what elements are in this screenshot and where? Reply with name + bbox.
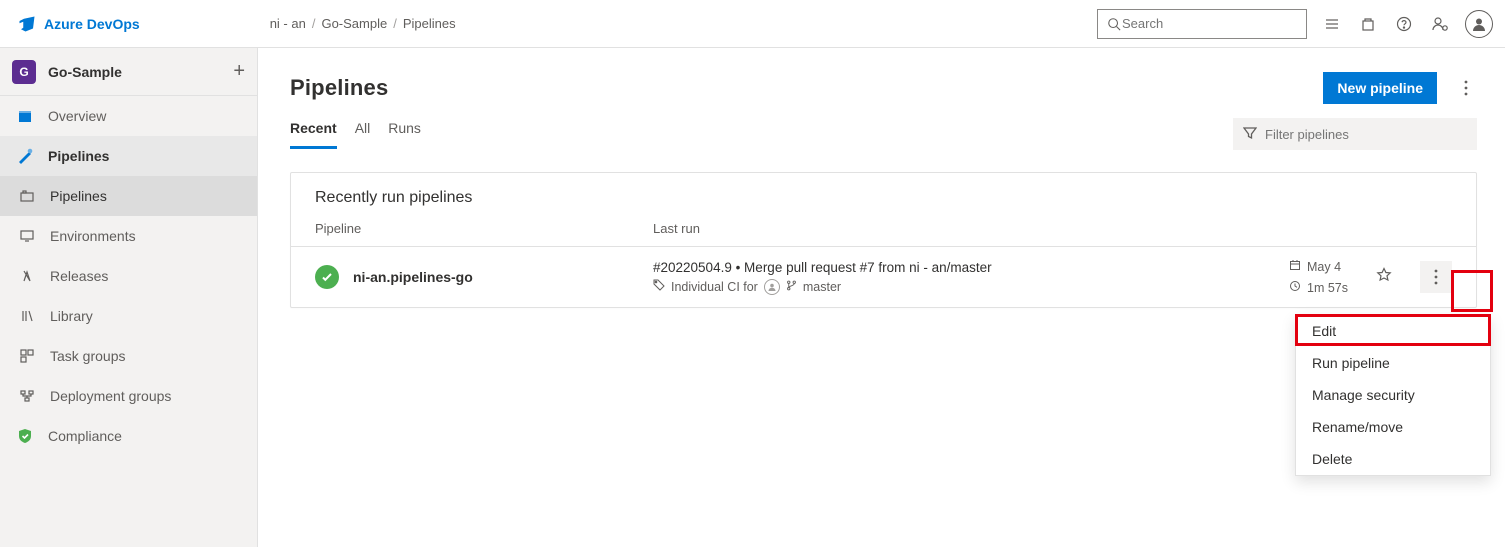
tab-runs[interactable]: Runs — [388, 120, 421, 149]
sidebar-item-pipelines[interactable]: Pipelines — [0, 176, 257, 216]
clock-icon — [1289, 280, 1301, 295]
sidebar-item-library[interactable]: Library — [0, 296, 257, 336]
card-title: Recently run pipelines — [291, 173, 1476, 217]
branch-name: master — [803, 280, 841, 294]
breadcrumb-org[interactable]: ni - an — [270, 16, 306, 31]
add-icon[interactable]: + — [233, 60, 245, 83]
azure-devops-logo-icon — [18, 15, 36, 33]
sidebar-label: Environments — [50, 228, 136, 244]
run-meta-col: May 4 1m 57s — [1289, 259, 1348, 295]
breadcrumb-sep: / — [393, 16, 397, 31]
run-duration-line: 1m 57s — [1289, 280, 1348, 295]
tab-recent[interactable]: Recent — [290, 120, 337, 149]
sidebar-label: Pipelines — [50, 188, 107, 204]
filter-icon — [1243, 126, 1257, 143]
calendar-icon — [1289, 259, 1301, 274]
row-more-button[interactable] — [1420, 261, 1452, 293]
page-title: Pipelines — [290, 75, 388, 101]
sidebar-label: Overview — [48, 108, 106, 124]
sidebar: G Go-Sample + Overview Pipelines Pipelin… — [0, 48, 258, 547]
sidebar-item-task-groups[interactable]: Task groups — [0, 336, 257, 376]
menu-manage-security[interactable]: Manage security — [1296, 379, 1490, 411]
avatar[interactable] — [1465, 10, 1493, 38]
tab-all[interactable]: All — [355, 120, 371, 149]
layout: G Go-Sample + Overview Pipelines Pipelin… — [0, 48, 1505, 547]
menu-rename-move[interactable]: Rename/move — [1296, 411, 1490, 443]
pipelines-icon — [16, 147, 34, 165]
sidebar-item-deployment-groups[interactable]: Deployment groups — [0, 376, 257, 416]
trigger-text: Individual CI for — [671, 280, 758, 294]
page-head: Pipelines New pipeline — [290, 72, 1477, 104]
pipelines-card: Recently run pipelines Pipeline Last run… — [290, 172, 1477, 308]
help-icon[interactable] — [1393, 13, 1415, 35]
col-pipeline: Pipeline — [315, 221, 653, 236]
project-header[interactable]: G Go-Sample + — [0, 48, 257, 96]
author-avatar — [764, 279, 780, 295]
run-date: May 4 — [1307, 260, 1341, 274]
run-trigger: Individual CI for master — [653, 279, 1289, 295]
compliance-icon — [16, 427, 34, 445]
sidebar-label: Deployment groups — [50, 388, 171, 404]
pipeline-row[interactable]: ni-an.pipelines-go #20220504.9 • Merge p… — [291, 247, 1476, 307]
run-duration: 1m 57s — [1307, 281, 1348, 295]
table-head: Pipeline Last run — [291, 217, 1476, 247]
sidebar-item-overview[interactable]: Overview — [0, 96, 257, 136]
brand-name: Azure DevOps — [44, 16, 140, 32]
status-success-icon — [315, 265, 339, 289]
top-right — [1097, 9, 1493, 39]
sidebar-label: Task groups — [50, 348, 125, 364]
sidebar-item-environments[interactable]: Environments — [0, 216, 257, 256]
col-last-run: Last run — [653, 221, 1452, 236]
menu-run-pipeline[interactable]: Run pipeline — [1296, 347, 1490, 379]
sidebar-label: Releases — [50, 268, 108, 284]
environments-icon — [18, 227, 36, 245]
last-run-cell: #20220504.9 • Merge pull request #7 from… — [653, 260, 1289, 295]
library-icon — [18, 307, 36, 325]
releases-icon — [18, 267, 36, 285]
sidebar-label: Pipelines — [48, 148, 109, 164]
page-head-right: New pipeline — [1323, 72, 1477, 104]
context-menu: Edit Run pipeline Manage security Rename… — [1295, 314, 1491, 476]
topbar: Azure DevOps ni - an / Go-Sample / Pipel… — [0, 0, 1505, 48]
user-settings-icon[interactable] — [1429, 13, 1451, 35]
breadcrumb: ni - an / Go-Sample / Pipelines — [270, 16, 456, 31]
sidebar-item-pipelines-head[interactable]: Pipelines — [0, 136, 257, 176]
tabs-row: Recent All Runs — [290, 118, 1477, 150]
run-date-line: May 4 — [1289, 259, 1348, 274]
main: Pipelines New pipeline Recent All Runs — [258, 48, 1505, 547]
pipeline-cell: ni-an.pipelines-go — [353, 269, 653, 285]
search-icon — [1106, 13, 1122, 35]
tabs: Recent All Runs — [290, 120, 421, 149]
task-groups-icon — [18, 347, 36, 365]
brand[interactable]: Azure DevOps — [8, 15, 150, 33]
favorite-star-icon[interactable] — [1376, 267, 1392, 288]
sidebar-label: Library — [50, 308, 93, 324]
page-more-button[interactable] — [1455, 73, 1477, 103]
pipeline-name: ni-an.pipelines-go — [353, 269, 653, 285]
search-box[interactable] — [1097, 9, 1307, 39]
tag-icon — [653, 279, 665, 294]
deployment-groups-icon — [18, 387, 36, 405]
run-summary: #20220504.9 • Merge pull request #7 from… — [653, 260, 1289, 275]
sidebar-item-compliance[interactable]: Compliance — [0, 416, 257, 456]
project-name: Go-Sample — [48, 64, 221, 80]
project-badge: G — [12, 60, 36, 84]
overview-icon — [16, 107, 34, 125]
new-pipeline-button[interactable]: New pipeline — [1323, 72, 1437, 104]
marketplace-icon[interactable] — [1357, 13, 1379, 35]
sidebar-label: Compliance — [48, 428, 122, 444]
sidebar-item-releases[interactable]: Releases — [0, 256, 257, 296]
breadcrumb-area[interactable]: Pipelines — [403, 16, 456, 31]
filter-input[interactable] — [1265, 127, 1467, 142]
filter-box[interactable] — [1233, 118, 1477, 150]
breadcrumb-project[interactable]: Go-Sample — [321, 16, 387, 31]
menu-delete[interactable]: Delete — [1296, 443, 1490, 475]
breadcrumb-sep: / — [312, 16, 316, 31]
search-input[interactable] — [1122, 16, 1298, 31]
run-meta: May 4 1m 57s — [1289, 259, 1452, 295]
pipelines-sub-icon — [18, 187, 36, 205]
branch-icon — [786, 280, 797, 294]
list-icon[interactable] — [1321, 13, 1343, 35]
menu-edit[interactable]: Edit — [1296, 315, 1490, 347]
